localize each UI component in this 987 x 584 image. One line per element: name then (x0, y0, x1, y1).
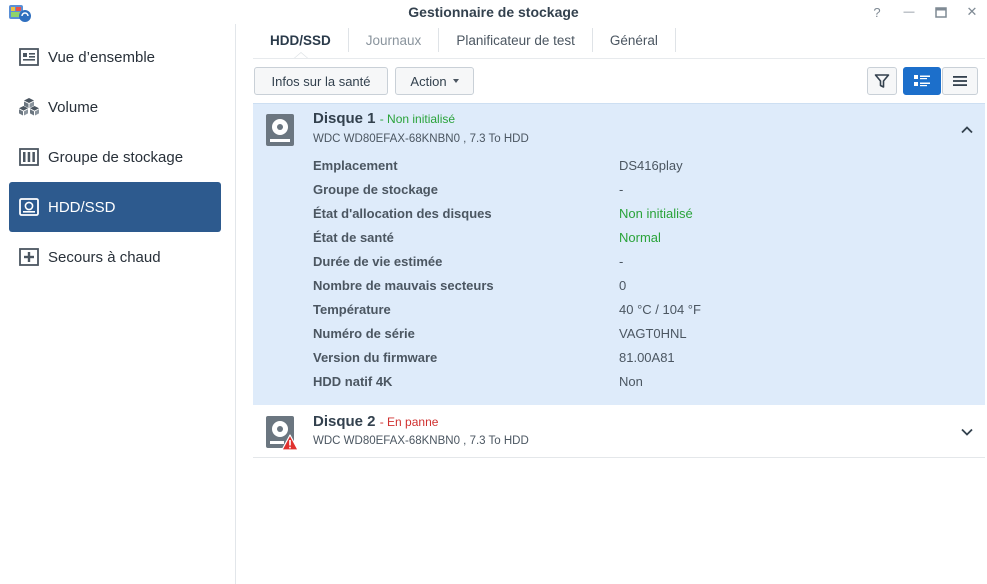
detail-row: Durée de vie estimée - (313, 254, 973, 274)
detail-key: Durée de vie estimée (313, 254, 443, 269)
sidebar: Vue d’ensemble Volume Groupe de stockage… (0, 24, 236, 584)
sidebar-item-hdd-ssd[interactable]: HDD/SSD (9, 182, 221, 232)
disk-name: Disque 1 (313, 110, 376, 127)
active-tab-indicator (294, 52, 308, 58)
health-info-button[interactable]: Infos sur la santé (254, 67, 388, 95)
detail-row: Version du firmware 81.00A81 (313, 350, 973, 370)
tab-bar: HDD/SSD Journaux Planificateur de test G… (253, 28, 676, 58)
volume-cubes-icon (18, 96, 40, 118)
hdd-icon (266, 416, 299, 451)
detail-row: Emplacement DS416play (313, 158, 973, 178)
storage-pool-icon (18, 146, 40, 168)
overview-icon (18, 46, 40, 68)
chevron-up-icon[interactable] (959, 122, 975, 138)
minimize-icon: — (903, 6, 915, 18)
action-button-label: Action (410, 73, 447, 89)
disk-status: - Non initialisé (379, 112, 456, 126)
hdd-icon (266, 114, 294, 146)
hot-spare-plus-icon (18, 246, 40, 268)
detail-value: Non initialisé (619, 206, 693, 221)
disk-status: - En panne (379, 415, 439, 429)
detail-value: DS416play (619, 158, 683, 173)
detail-key: HDD natif 4K (313, 374, 393, 389)
help-button[interactable]: ? (868, 4, 886, 20)
sidebar-item-label: HDD/SSD (48, 198, 116, 216)
detail-value: VAGT0HNL (619, 326, 687, 341)
close-button[interactable]: ✕ (963, 4, 981, 20)
detail-value: 81.00A81 (619, 350, 675, 365)
minimize-button[interactable]: — (900, 4, 918, 20)
compact-list-icon (953, 76, 967, 86)
disk-model: WDC WD80EFAX-68KNBN0 , 7.3 To HDD (313, 435, 529, 447)
close-icon: ✕ (966, 4, 978, 19)
detail-row: HDD natif 4K Non (313, 374, 973, 394)
window-title: Gestionnaire de stockage (408, 4, 579, 20)
compact-view-button[interactable] (942, 67, 978, 95)
filter-icon (874, 74, 890, 88)
detail-key: État d'allocation des disques (313, 206, 492, 221)
detail-value: 40 °C / 104 °F (619, 302, 701, 317)
sidebar-item-label: Groupe de stockage (48, 148, 184, 166)
disk-name: Disque 2 (313, 413, 376, 430)
detail-key: Numéro de série (313, 326, 415, 341)
disk-2-panel[interactable]: Disque 2 - En panne WDC WD80EFAX-68KNBN0… (253, 407, 985, 458)
sidebar-item-volume[interactable]: Volume (9, 82, 221, 132)
detail-row: Groupe de stockage - (313, 182, 973, 202)
sidebar-item-hot-spare[interactable]: Secours à chaud (9, 232, 221, 282)
sidebar-item-label: Vue d’ensemble (48, 48, 156, 66)
detail-value: Non (619, 374, 643, 389)
tab-journaux[interactable]: Journaux (349, 28, 440, 52)
maximize-button[interactable] (932, 4, 950, 20)
chevron-down-icon (452, 79, 459, 83)
detail-key: Groupe de stockage (313, 182, 438, 197)
detail-key: Version du firmware (313, 350, 438, 365)
disk-title: Disque 2 - En panne (313, 413, 438, 430)
chevron-down-icon[interactable] (959, 424, 975, 440)
title-bar: Gestionnaire de stockage ? — ✕ (0, 0, 987, 24)
sidebar-item-label: Volume (48, 98, 99, 116)
detail-value: - (619, 254, 624, 269)
disk-title: Disque 1 - Non initialisé (313, 110, 455, 127)
filter-button[interactable] (867, 67, 897, 95)
detail-value: - (619, 182, 624, 197)
hdd-icon (18, 196, 40, 218)
detail-row: État d'allocation des disques Non initia… (313, 206, 973, 226)
tab-planificateur[interactable]: Planificateur de test (439, 28, 593, 52)
sidebar-item-storage-pool[interactable]: Groupe de stockage (9, 132, 221, 182)
detail-list-icon (914, 75, 930, 87)
detail-key: Nombre de mauvais secteurs (313, 278, 494, 293)
detail-value: Normal (619, 230, 661, 245)
disk-1-panel[interactable]: Disque 1 - Non initialisé WDC WD80EFAX-6… (253, 103, 985, 405)
detail-value: 0 (619, 278, 627, 293)
detail-row: Nombre de mauvais secteurs 0 (313, 278, 973, 298)
detail-row: Température 40 °C / 104 °F (313, 302, 973, 322)
tab-general[interactable]: Général (593, 28, 676, 52)
maximize-icon (935, 6, 947, 18)
detail-key: État de santé (313, 230, 394, 245)
sidebar-item-label: Secours à chaud (48, 248, 161, 266)
detail-view-button[interactable] (903, 67, 941, 95)
detail-row: Numéro de série VAGT0HNL (313, 326, 973, 346)
tab-underline (253, 58, 985, 59)
tab-hdd-ssd[interactable]: HDD/SSD (253, 28, 349, 52)
detail-row: État de santé Normal (313, 230, 973, 250)
help-icon: ? (873, 4, 881, 20)
disk-model: WDC WD80EFAX-68KNBN0 , 7.3 To HDD (313, 133, 529, 145)
detail-key: Température (313, 302, 391, 317)
action-button[interactable]: Action (395, 67, 474, 95)
detail-key: Emplacement (313, 158, 398, 173)
sidebar-item-overview[interactable]: Vue d’ensemble (9, 32, 221, 82)
